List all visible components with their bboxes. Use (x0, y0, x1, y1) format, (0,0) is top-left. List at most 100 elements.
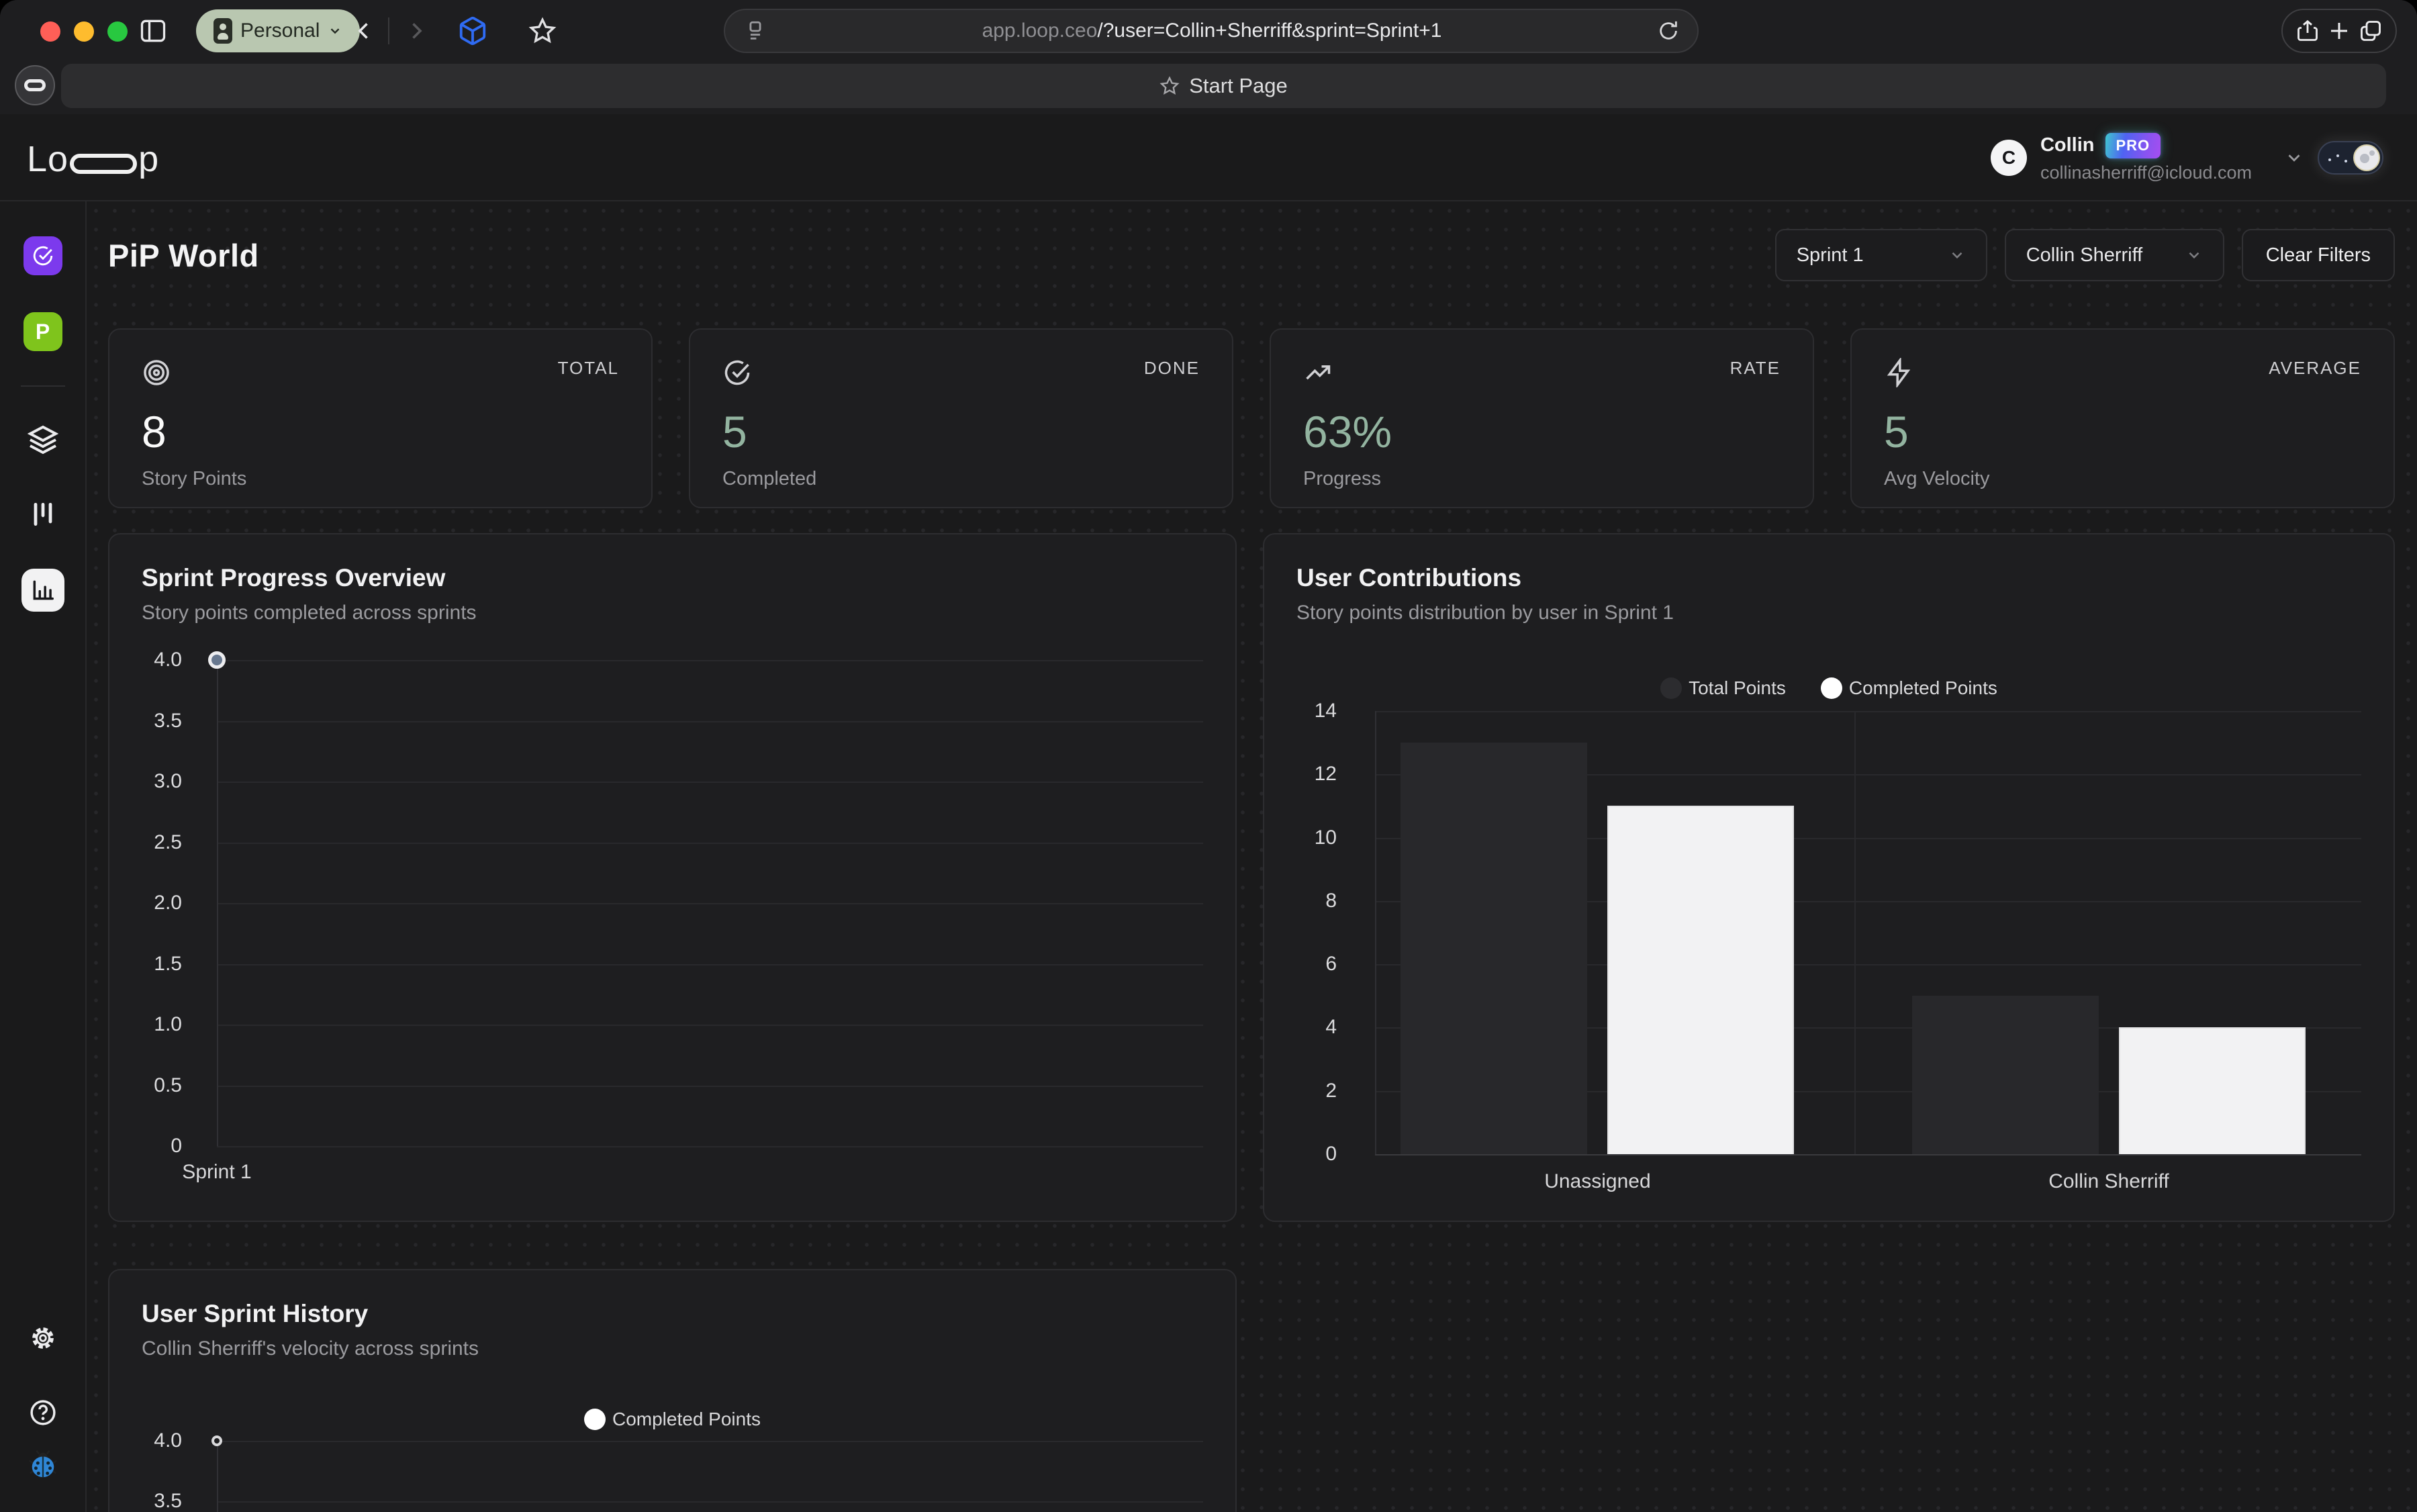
user-contributions-card: User Contributions Story points distribu… (1263, 533, 2395, 1222)
ladybug-icon (28, 1449, 58, 1480)
avatar[interactable]: C (1991, 140, 2027, 176)
check-circle-icon (722, 358, 752, 387)
data-point (211, 1435, 222, 1446)
new-tab-button[interactable] (2327, 19, 2351, 43)
legend-dot-completed (584, 1409, 606, 1430)
chevron-down-icon[interactable] (2284, 148, 2304, 168)
sidebar-item-board[interactable] (28, 500, 58, 529)
zap-icon (1884, 358, 1913, 387)
legend-dot-total (1660, 677, 1682, 699)
browser-window: Personal app.loop.ceo/?user=Collin+Sh (0, 0, 2417, 1512)
stat-tag: DONE (1144, 358, 1200, 379)
nav-separator (388, 17, 389, 44)
pinned-tab-button[interactable] (15, 65, 55, 105)
legend-item-total: Total Points (1660, 677, 1786, 699)
back-button[interactable] (340, 7, 388, 55)
bar-chart-icon (21, 569, 64, 612)
stat-caption: Progress (1303, 468, 1781, 490)
sidebar-icon (138, 16, 168, 46)
chart-title: User Sprint History (142, 1300, 1203, 1328)
page-url: app.loop.ceo/?user=Collin+Sherriff&sprin… (767, 19, 1657, 42)
sidebar-divider (21, 385, 65, 387)
extension-cube-button[interactable] (448, 7, 497, 55)
user-filter-value: Collin Sherriff (2026, 244, 2143, 267)
stat-card-rate: RATE 63% Progress (1270, 328, 1814, 508)
logo-text-prefix: Lo (27, 138, 68, 180)
kanban-icon (28, 500, 58, 529)
close-window-button[interactable] (40, 21, 60, 42)
target-icon (142, 358, 171, 387)
chart-legend: Total Points Completed Points (1296, 675, 2361, 702)
star-dot (2328, 158, 2331, 161)
chevron-down-icon (2185, 246, 2203, 264)
zoom-window-button[interactable] (107, 21, 128, 42)
toolbar-right-cluster (2281, 9, 2397, 53)
favorites-button[interactable] (518, 7, 567, 55)
clear-filters-button[interactable]: Clear Filters (2242, 229, 2395, 281)
chevron-down-icon (1948, 246, 1966, 264)
trending-up-icon (1303, 358, 1333, 387)
minimize-window-button[interactable] (74, 21, 94, 42)
sidebar-item-analytics-selected[interactable] (21, 569, 64, 612)
reload-button[interactable] (1657, 19, 1680, 42)
user-name: Collin (2040, 134, 2095, 156)
filters: Sprint 1 Collin Sherriff Clear Filters (1775, 229, 2395, 281)
user-sprint-history-card: User Sprint History Collin Sherriff's ve… (108, 1269, 1237, 1512)
user-menu[interactable]: C Collin PRO collinasherriff@icloud.com (1991, 129, 2383, 187)
pro-badge: PRO (2105, 133, 2161, 158)
layers-icon (27, 423, 59, 455)
user-contributions-plot: 14121086420UnassignedCollin Sherriff (1296, 711, 2361, 1208)
stat-value: 5 (722, 406, 1200, 457)
main-content: PiP World Sprint 1 Collin Sherriff Clear… (87, 201, 2417, 1512)
x-axis-label: Unassigned (1544, 1170, 1650, 1193)
logo[interactable]: Lop (27, 138, 159, 180)
sidebar-item-project-p[interactable]: P (23, 312, 62, 351)
sidebar-item-settings[interactable] (28, 1323, 58, 1354)
stat-card-average: AVERAGE 5 Avg Velocity (1850, 328, 2395, 508)
profile-label: Personal (240, 19, 320, 42)
legend-label: Completed Points (1849, 677, 1997, 699)
user-email: collinasherriff@icloud.com (2040, 162, 2252, 183)
theme-toggle[interactable] (2318, 141, 2383, 175)
start-page-tab[interactable]: Start Page (61, 64, 2386, 108)
sprint-progress-plot: 4.03.53.02.52.01.51.00.50Sprint 1 (142, 660, 1203, 1204)
check-circle-icon (23, 236, 62, 275)
sidebar-item-help[interactable] (28, 1398, 58, 1427)
stat-caption: Avg Velocity (1884, 468, 2361, 490)
share-button[interactable] (2295, 19, 2320, 43)
page-header: PiP World Sprint 1 Collin Sherriff Clear… (108, 228, 2395, 282)
user-filter-dropdown[interactable]: Collin Sherriff (2005, 229, 2224, 281)
stat-value: 8 (142, 406, 619, 457)
cube-icon (457, 15, 488, 46)
legend-item-completed: Completed Points (1821, 677, 1997, 699)
sidebar-item-bug-report[interactable] (28, 1449, 58, 1480)
user-info: Collin PRO collinasherriff@icloud.com (2040, 133, 2252, 183)
tab-title: Start Page (1189, 74, 1287, 98)
sidebar-item-backlog[interactable] (27, 423, 59, 455)
profile-pill[interactable]: Personal (196, 9, 360, 52)
user-history-plot: 4.03.5 (142, 1441, 1203, 1512)
profile-icon (214, 18, 232, 44)
stat-card-total: TOTAL 8 Story Points (108, 328, 653, 508)
x-axis-label: Sprint 1 (182, 1161, 251, 1184)
browser-chrome: Personal app.loop.ceo/?user=Collin+Sh (0, 0, 2417, 114)
tab-overview-button[interactable] (2359, 19, 2383, 43)
star-dot (2344, 160, 2347, 162)
moon-knob (2353, 144, 2380, 171)
project-initial: P (23, 312, 62, 351)
sidebar-item-tasks-app[interactable] (23, 236, 62, 275)
stat-value: 5 (1884, 406, 2361, 457)
reader-icon[interactable] (744, 19, 767, 42)
stat-tag: RATE (1730, 358, 1781, 379)
sidebar-toggle-button[interactable] (129, 7, 177, 55)
chart-subtitle: Story points completed across sprints (142, 602, 1203, 624)
bar-total-1 (1912, 996, 2099, 1154)
loop-app: Lop C Collin PRO collinasherriff@icloud.… (0, 114, 2417, 1512)
sprint-filter-dropdown[interactable]: Sprint 1 (1775, 229, 1987, 281)
forward-button[interactable] (392, 7, 440, 55)
gear-icon (28, 1323, 58, 1354)
url-bar[interactable]: app.loop.ceo/?user=Collin+Sherriff&sprin… (724, 9, 1699, 53)
legend-dot-completed (1821, 677, 1842, 699)
legend-label: Total Points (1689, 677, 1786, 699)
chevron-right-icon (404, 19, 428, 43)
